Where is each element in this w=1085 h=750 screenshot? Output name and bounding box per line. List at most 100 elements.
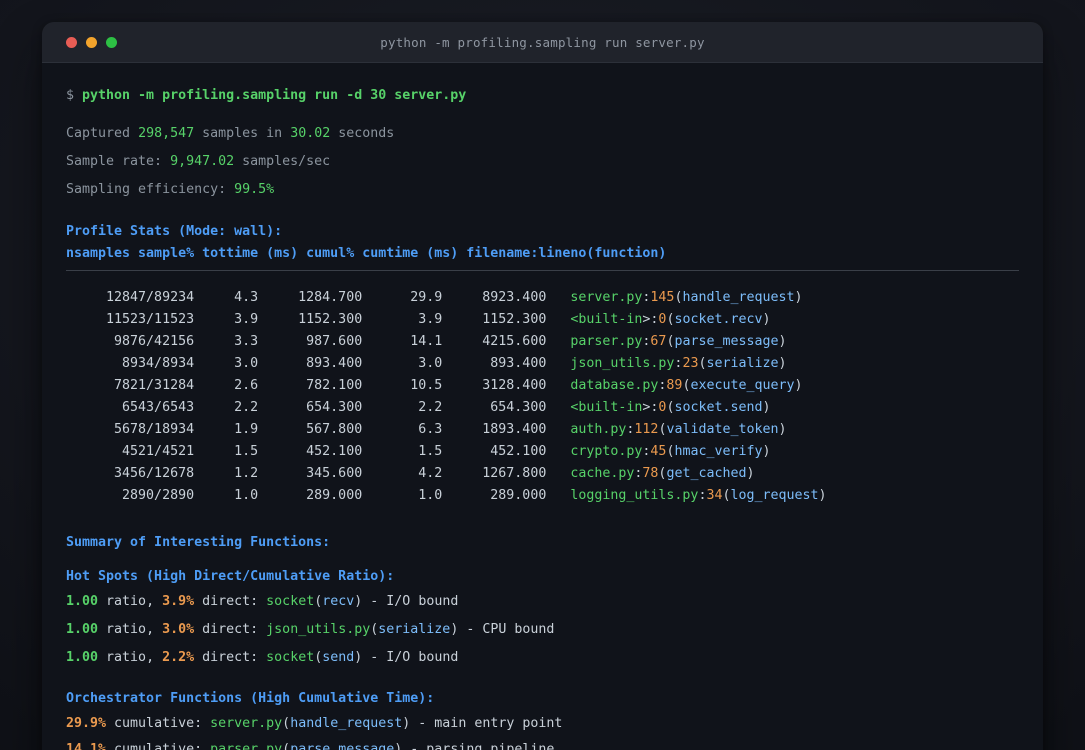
desktop-background: python -m profiling.sampling run server.…: [0, 0, 1085, 750]
text-segment: 9,947.02: [170, 154, 235, 169]
text-segment: direct:: [194, 622, 267, 637]
filename: <built-in: [570, 400, 643, 415]
window-title: python -m profiling.sampling run server.…: [380, 34, 705, 50]
function-name: socket.send: [674, 400, 763, 415]
table-row: 5678/18934 1.9 567.800 6.3 1893.400 auth…: [66, 419, 1019, 441]
text-segment: Summary of Interesting Functions:: [66, 535, 331, 550]
text-segment: samples in: [194, 126, 291, 141]
line-number: 89: [666, 378, 683, 393]
text-segment: ratio,: [98, 622, 163, 637]
function-name: validate_token: [666, 422, 779, 437]
text-segment: direct:: [194, 650, 267, 665]
filename: <built-in: [570, 312, 643, 327]
row-metrics: 5678/18934 1.9 567.800 6.3 1893.400: [66, 422, 571, 437]
text-segment: cumulative:: [106, 716, 211, 731]
filename: socket: [266, 594, 315, 609]
line-number: 23: [682, 356, 699, 371]
note: - I/O bound: [362, 650, 459, 665]
separator: >:: [642, 400, 659, 415]
paren: ): [778, 334, 787, 349]
text-segment: cumulative:: [106, 742, 211, 750]
table-divider: [66, 270, 1019, 271]
text-segment: ratio,: [98, 650, 163, 665]
note: - CPU bound: [458, 622, 555, 637]
maximize-button[interactable]: [106, 36, 117, 48]
paren: (: [282, 742, 291, 750]
capture-stat-line: Sampling efficiency: 99.5%: [66, 179, 1019, 201]
note: - main entry point: [410, 716, 563, 731]
function-name: parse_message: [290, 742, 395, 750]
table-row: 8934/8934 3.0 893.400 3.0 893.400 json_u…: [66, 353, 1019, 375]
paren: ): [818, 488, 827, 503]
text-segment: nsamples sample% tottime (ms) cumul% cum…: [66, 246, 667, 261]
filename: parser.py: [210, 742, 283, 750]
row-metrics: 4521/4521 1.5 452.100 1.5 452.100: [66, 444, 571, 459]
text-segment: 99.5%: [234, 182, 275, 197]
function-name: log_request: [730, 488, 819, 503]
window-controls: [66, 22, 117, 62]
direct-percent: 3.0%: [162, 622, 195, 637]
paren: ): [746, 466, 755, 481]
filename: logging_utils.py: [570, 488, 699, 503]
line-number: 34: [706, 488, 723, 503]
line-number: 145: [650, 290, 675, 305]
paren: ): [794, 378, 803, 393]
ratio-value: 1.00: [66, 594, 99, 609]
table-row: 7821/31284 2.6 782.100 10.5 3128.400 dat…: [66, 375, 1019, 397]
separator: >:: [642, 312, 659, 327]
filename: cache.py: [570, 466, 635, 481]
row-metrics: 8934/8934 3.0 893.400 3.0 893.400: [66, 356, 571, 371]
terminal-output: $ python -m profiling.sampling run -d 30…: [42, 85, 1043, 750]
orchestrator-item: 14.1% cumulative: parser.py(parse_messag…: [66, 739, 1019, 750]
paren: ): [762, 312, 771, 327]
text-segment: samples/sec: [234, 154, 331, 169]
paren: ): [778, 356, 787, 371]
summary-title: Summary of Interesting Functions:: [66, 532, 1019, 554]
function-name: send: [322, 650, 355, 665]
text-segment: Sample rate:: [66, 154, 171, 169]
function-name: recv: [322, 594, 355, 609]
capture-stat-line: Captured 298,547 samples in 30.02 second…: [66, 123, 1019, 145]
row-metrics: 11523/11523 3.9 1152.300 3.9 1152.300: [66, 312, 571, 327]
command-text: python -m profiling.sampling run -d 30 s…: [82, 88, 467, 103]
shell-command-line: $ python -m profiling.sampling run -d 30…: [66, 85, 1019, 107]
function-name: get_cached: [666, 466, 747, 481]
function-name: parse_message: [674, 334, 779, 349]
terminal-title-bar: python -m profiling.sampling run server.…: [42, 22, 1043, 63]
row-metrics: 2890/2890 1.0 289.000 1.0 289.000: [66, 488, 571, 503]
table-row: 6543/6543 2.2 654.300 2.2 654.300 <built…: [66, 397, 1019, 419]
filename: json_utils.py: [570, 356, 675, 371]
cumulative-percent: 14.1%: [66, 742, 107, 750]
cumulative-percent: 29.9%: [66, 716, 107, 731]
minimize-button[interactable]: [86, 36, 97, 48]
line-number: 67: [650, 334, 667, 349]
row-metrics: 9876/42156 3.3 987.600 14.1 4215.600: [66, 334, 571, 349]
close-button[interactable]: [66, 36, 77, 48]
function-name: execute_query: [690, 378, 795, 393]
filename: socket: [266, 650, 315, 665]
terminal-window: python -m profiling.sampling run server.…: [42, 22, 1043, 750]
hot-spot-item: 1.00 ratio, 2.2% direct: socket(send) - …: [66, 647, 1019, 669]
function-name: socket.recv: [674, 312, 763, 327]
paren: ): [762, 400, 771, 415]
table-column-headers: nsamples sample% tottime (ms) cumul% cum…: [66, 243, 1019, 265]
function-name: serialize: [706, 356, 779, 371]
paren: ): [794, 290, 803, 305]
text-segment: Captured: [66, 126, 139, 141]
note: - parsing pipeline: [402, 742, 555, 750]
filename: crypto.py: [570, 444, 643, 459]
filename: auth.py: [570, 422, 627, 437]
profile-stats-title: Profile Stats (Mode: wall):: [66, 221, 1019, 243]
table-row: 3456/12678 1.2 345.600 4.2 1267.800 cach…: [66, 463, 1019, 485]
row-metrics: 12847/89234 4.3 1284.700 29.9 8923.400: [66, 290, 571, 305]
direct-percent: 2.2%: [162, 650, 195, 665]
ratio-value: 1.00: [66, 622, 99, 637]
text-segment: Sampling efficiency:: [66, 182, 235, 197]
paren: ): [778, 422, 787, 437]
function-name: serialize: [378, 622, 451, 637]
orchestrator-item: 29.9% cumulative: server.py(handle_reque…: [66, 713, 1019, 735]
filename: server.py: [570, 290, 643, 305]
text-segment: Hot Spots (High Direct/Cumulative Ratio)…: [66, 569, 395, 584]
ratio-value: 1.00: [66, 650, 99, 665]
table-row: 2890/2890 1.0 289.000 1.0 289.000 loggin…: [66, 485, 1019, 507]
